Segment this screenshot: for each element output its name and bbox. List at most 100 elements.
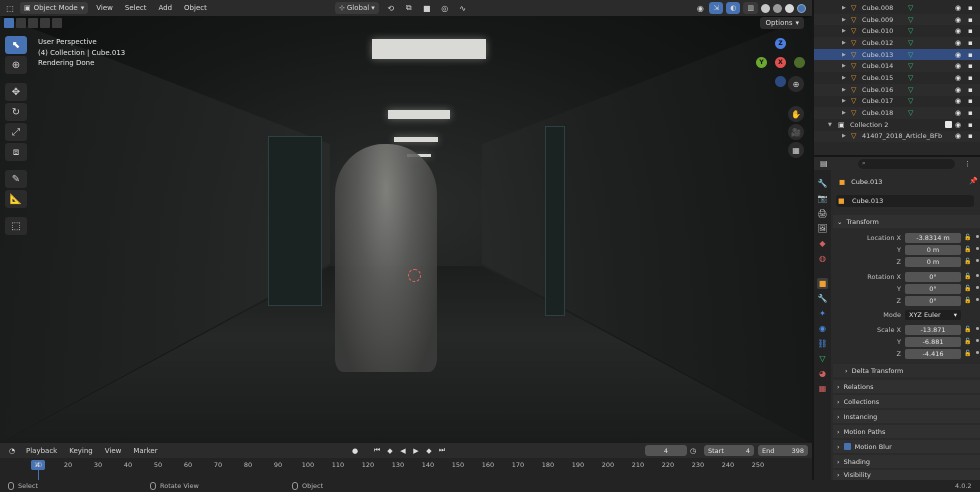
shading-wireframe-icon[interactable] bbox=[761, 3, 770, 13]
snap-target-icon[interactable]: ■ bbox=[421, 2, 433, 14]
expand-icon[interactable]: ▶ bbox=[842, 87, 846, 93]
keyframe-dot-icon[interactable] bbox=[976, 235, 979, 238]
timeline-ruler[interactable]: 4 10 20 30 40 50 60 70 80 90 100 110 120 130 140 150 16… bbox=[0, 458, 812, 480]
camera-icon[interactable]: ▪ bbox=[968, 27, 973, 35]
rotate-tool-icon[interactable]: ↻ bbox=[5, 103, 27, 121]
editor-type-icon[interactable]: ⬚ bbox=[4, 2, 16, 14]
keyframe-dot-icon[interactable] bbox=[976, 351, 979, 354]
camera-icon[interactable]: ▪ bbox=[968, 39, 973, 47]
expand-icon[interactable]: ▶ bbox=[842, 5, 846, 11]
keyframe-dot-icon[interactable] bbox=[976, 247, 979, 250]
outliner-item[interactable]: ▶ ▽ Cube.008 ▽ ◉ ▪ bbox=[814, 2, 980, 14]
gizmo-y-axis[interactable]: Y bbox=[756, 57, 767, 68]
output-tab-icon[interactable]: 🖨 bbox=[817, 208, 828, 219]
scale-z-field[interactable]: -4.416 bbox=[905, 349, 961, 359]
shading-rendered-icon[interactable] bbox=[797, 3, 806, 13]
camera-view-icon[interactable]: 🎥 bbox=[788, 124, 804, 140]
gizmo-neg-y-axis[interactable] bbox=[794, 57, 805, 68]
perspective-grid-icon[interactable]: ▦ bbox=[788, 142, 804, 158]
object-tab-icon[interactable]: ■ bbox=[817, 278, 828, 289]
location-x-field[interactable]: -3.8314 m bbox=[905, 233, 961, 243]
outliner-item[interactable]: ▶ ▽ Cube.009 ▽ ◉ ▪ bbox=[814, 13, 980, 26]
properties-editor-icon[interactable]: ▤ bbox=[820, 159, 828, 168]
keyframe-dot-icon[interactable] bbox=[976, 339, 979, 342]
particles-tab-icon[interactable]: ✦ bbox=[817, 308, 828, 319]
keyframe-dot-icon[interactable] bbox=[976, 274, 979, 277]
mesh-data-icon[interactable]: ▽ bbox=[908, 4, 913, 12]
orientation-dropdown[interactable]: ⊹ Global ▾ bbox=[335, 2, 379, 14]
panel-visibility[interactable]: › Visibility bbox=[833, 470, 980, 480]
eye-icon[interactable]: ◉ bbox=[955, 121, 961, 129]
outliner-item[interactable]: ▶ ▽ Cube.010 ▽ ◉ ▪ bbox=[814, 25, 980, 37]
eye-icon[interactable]: ◉ bbox=[955, 109, 961, 117]
rotation-x-field[interactable]: 0° bbox=[905, 272, 961, 282]
mesh-data-icon[interactable]: ▽ bbox=[908, 86, 913, 94]
camera-icon[interactable]: ▪ bbox=[968, 109, 973, 117]
jump-start-icon[interactable]: ⏮ bbox=[372, 446, 382, 456]
expand-icon[interactable]: ▶ bbox=[842, 40, 846, 46]
motion-blur-checkbox[interactable] bbox=[843, 443, 851, 450]
mesh-data-icon[interactable]: ▽ bbox=[908, 109, 913, 117]
select-extend-icon[interactable] bbox=[16, 18, 26, 28]
panel-shading[interactable]: › Shading bbox=[833, 455, 980, 468]
menu-marker[interactable]: Marker bbox=[133, 447, 157, 455]
shading-material-icon[interactable] bbox=[785, 3, 794, 13]
camera-icon[interactable]: ▪ bbox=[968, 16, 973, 24]
modifiers-tab-icon[interactable]: 🔧 bbox=[817, 293, 828, 304]
lock-icon[interactable]: 🔓 bbox=[964, 350, 971, 357]
lock-icon[interactable]: 🔓 bbox=[964, 246, 971, 253]
scene-tab-icon[interactable]: ◆ bbox=[817, 238, 828, 249]
camera-icon[interactable]: ▪ bbox=[968, 86, 973, 94]
expand-icon[interactable]: ▼ bbox=[828, 122, 832, 128]
outliner-item[interactable]: ▶ ▽ Cube.018 ▽ ◉ ▪ bbox=[814, 107, 980, 119]
current-frame-field[interactable]: 4 bbox=[645, 445, 687, 456]
outliner-item[interactable]: ▶ ▽ Cube.012 ▽ ◉ ▪ bbox=[814, 37, 980, 49]
move-tool-icon[interactable]: ✥ bbox=[5, 83, 27, 101]
rotation-y-field[interactable]: 0° bbox=[905, 284, 961, 294]
physics-tab-icon[interactable]: ◉ bbox=[817, 323, 828, 334]
falloff-icon[interactable]: ∿ bbox=[457, 2, 469, 14]
snap-icon[interactable]: ⧉ bbox=[403, 2, 415, 14]
add-cube-tool-icon[interactable]: ⬚ bbox=[5, 217, 27, 235]
panel-relations[interactable]: › Relations bbox=[833, 380, 980, 393]
keyframe-dot-icon[interactable] bbox=[976, 259, 979, 262]
overlay-toggle[interactable]: ◐ bbox=[726, 2, 741, 14]
mesh-data-icon[interactable]: ▽ bbox=[908, 62, 913, 70]
expand-icon[interactable]: ▶ bbox=[842, 110, 846, 116]
play-icon[interactable]: ▶ bbox=[411, 446, 421, 456]
camera-icon[interactable]: ▪ bbox=[968, 121, 973, 129]
outliner-item[interactable]: ▶ ▽ Cube.013 ▽ ◉ ▪ bbox=[814, 48, 980, 61]
scale-y-field[interactable]: -6.881 bbox=[905, 337, 961, 347]
lock-icon[interactable]: 🔓 bbox=[964, 338, 971, 345]
gizmo-x-axis[interactable]: X bbox=[775, 57, 786, 68]
record-icon[interactable]: ● bbox=[350, 446, 360, 456]
expand-icon[interactable]: ▶ bbox=[842, 63, 846, 69]
expand-icon[interactable]: ▶ bbox=[842, 98, 846, 104]
camera-icon[interactable]: ▪ bbox=[968, 97, 973, 105]
expand-icon[interactable]: ▶ bbox=[842, 52, 846, 58]
camera-icon[interactable]: ▪ bbox=[968, 132, 973, 140]
panel-collections[interactable]: › Collections bbox=[833, 395, 980, 408]
object-name-field[interactable]: Cube.013 bbox=[836, 195, 974, 207]
eye-icon[interactable]: ◉ bbox=[955, 51, 961, 59]
data-tab-icon[interactable]: ▽ bbox=[817, 353, 828, 364]
prev-keyframe-icon[interactable]: ◆ bbox=[385, 446, 395, 456]
gizmo-z-axis[interactable]: Z bbox=[775, 38, 786, 49]
menu-keying[interactable]: Keying bbox=[69, 447, 93, 455]
options-button[interactable]: Options ▾ bbox=[760, 17, 804, 29]
menu-add[interactable]: Add bbox=[158, 4, 172, 12]
mesh-data-icon[interactable]: ▽ bbox=[908, 39, 913, 47]
mesh-data-icon[interactable]: ▽ bbox=[908, 97, 913, 105]
texture-tab-icon[interactable]: ▦ bbox=[817, 383, 828, 394]
material-tab-icon[interactable]: ◕ bbox=[817, 368, 828, 379]
mesh-data-icon[interactable]: ▽ bbox=[908, 51, 913, 59]
menu-object[interactable]: Object bbox=[184, 4, 207, 12]
3d-viewport[interactable]: Options ▾ User Perspective (4) Collectio… bbox=[0, 16, 812, 443]
options-icon[interactable]: ⋮ bbox=[964, 160, 971, 168]
lock-icon[interactable]: 🔓 bbox=[964, 273, 971, 280]
keyframe-dot-icon[interactable] bbox=[976, 286, 979, 289]
play-reverse-icon[interactable]: ◀ bbox=[398, 446, 408, 456]
pin-icon[interactable]: 📌 bbox=[969, 177, 978, 185]
panel-delta-transform[interactable]: › Delta Transform bbox=[833, 364, 980, 377]
proportional-edit-icon[interactable]: ◎ bbox=[439, 2, 451, 14]
